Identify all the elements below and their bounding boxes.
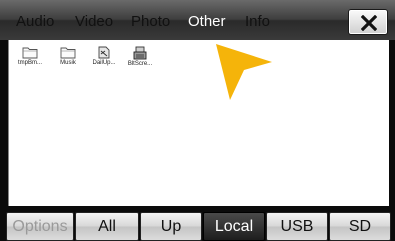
all-button[interactable]: All [75,212,139,241]
options-button[interactable]: Options [6,212,74,241]
up-button[interactable]: Up [140,212,202,241]
close-icon [361,15,377,31]
tab-info[interactable]: Info [245,12,270,32]
local-button[interactable]: Local [203,212,265,241]
close-button[interactable] [348,9,388,35]
file-item-musik[interactable]: Musik [51,46,85,66]
tab-other[interactable]: Other [188,12,226,32]
media-tab-bar: Audio Video Photo Other Info [0,0,395,40]
folder-icon [60,47,76,59]
usb-button[interactable]: USB [266,212,328,241]
tab-photo[interactable]: Photo [131,12,170,32]
tab-video[interactable]: Video [75,12,113,32]
pointer-arrow-icon [216,44,272,100]
file-item-bltscre[interactable]: BltScre... [123,46,157,67]
sd-button[interactable]: SD [329,212,391,241]
tab-audio[interactable]: Audio [16,12,54,32]
file-item-dailup[interactable]: DailUp... [87,46,121,66]
file-browser-area: tmpBm... Musik DailUp... BltScre... [8,40,389,206]
file-icon [98,46,110,59]
bottom-button-bar: Options All Up Local USB SD [0,206,395,241]
folder-icon [22,47,38,59]
device-icon [133,46,147,60]
file-item-tmpbm[interactable]: tmpBm... [13,46,47,66]
